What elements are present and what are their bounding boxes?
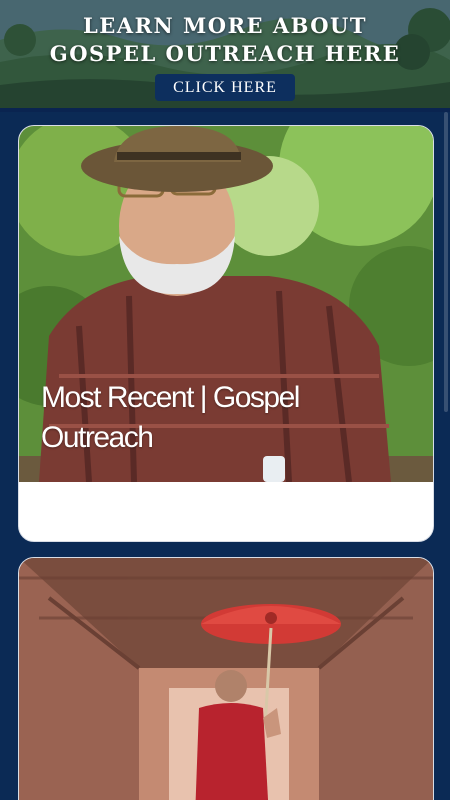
post-card-image[interactable] — [19, 558, 433, 800]
banner-title: LEARN MORE ABOUT GOSPEL OUTREACH HERE — [0, 12, 450, 68]
scrollbar[interactable] — [444, 112, 448, 412]
page: LEARN MORE ABOUT GOSPEL OUTREACH HERE CL… — [0, 0, 450, 800]
promo-banner[interactable]: LEARN MORE ABOUT GOSPEL OUTREACH HERE CL… — [0, 0, 450, 108]
banner-divider — [0, 108, 450, 112]
click-here-button[interactable]: CLICK HERE — [155, 74, 295, 101]
banner-title-line-2: GOSPEL OUTREACH HERE — [49, 41, 401, 66]
post-card-most-recent[interactable]: Most Recent | Gospel Outreach — [18, 125, 434, 542]
post-card-image[interactable]: Most Recent | Gospel Outreach — [19, 126, 433, 482]
monk-parasol-image — [19, 558, 433, 800]
post-card-title[interactable]: Most Recent | Gospel Outreach — [41, 378, 401, 458]
banner-title-line-1: LEARN MORE ABOUT — [83, 13, 367, 38]
post-card-second[interactable] — [18, 557, 434, 800]
